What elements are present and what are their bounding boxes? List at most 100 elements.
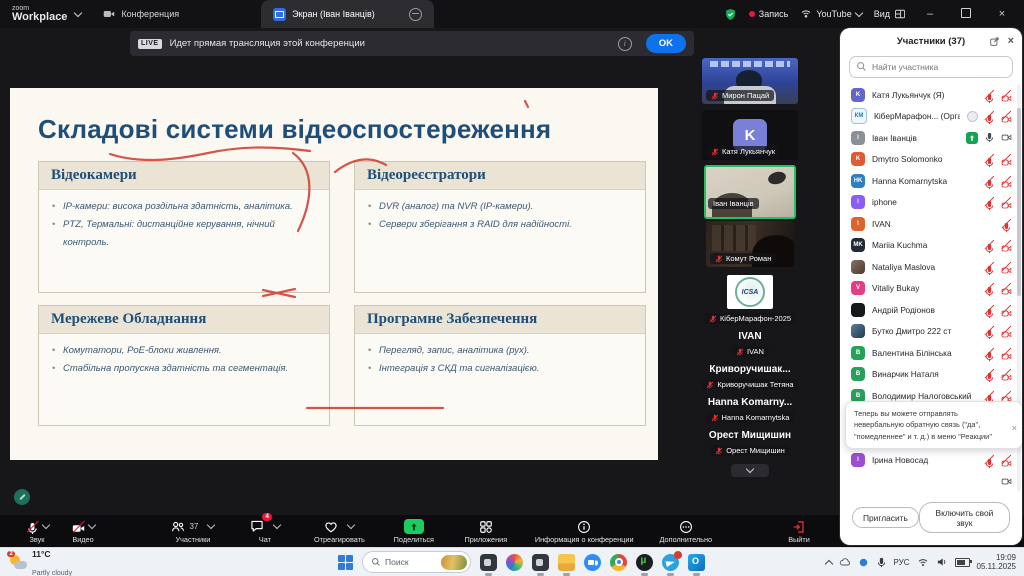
taskbar-search[interactable]: Поиск [362, 551, 471, 573]
weather-icon: 2 [10, 555, 27, 570]
chevron-up-icon[interactable] [41, 521, 49, 529]
participant-row[interactable]: Бутко Дмитро 222 ст [840, 321, 1022, 343]
utorrent-app-icon[interactable] [636, 554, 653, 571]
tray-app-icon[interactable] [858, 557, 869, 568]
weather-widget[interactable]: 2 11°CPartly cloudy [0, 544, 160, 576]
tab-meeting[interactable]: Конференция [91, 0, 191, 28]
camera-app-icon[interactable] [532, 554, 549, 571]
slide-box-recorders: Відеореєстратори DVR (аналог) та NVR (IP… [354, 161, 646, 293]
chevron-up-icon[interactable] [273, 521, 281, 529]
info-icon[interactable]: i [618, 37, 632, 51]
chevron-up-icon[interactable] [87, 521, 95, 529]
tooltip-close-icon[interactable]: × [1012, 422, 1017, 436]
participant-search[interactable] [849, 56, 1013, 78]
avatar: І [851, 131, 865, 145]
recording-indicator[interactable]: Запись [749, 9, 789, 19]
security-shield-icon[interactable] [724, 8, 737, 21]
zoom-app-icon[interactable] [584, 554, 601, 571]
share-button[interactable]: Поделиться [391, 519, 437, 544]
leave-button[interactable]: Выйти [776, 519, 822, 544]
participant-row[interactable]: V Vitaliy Bukay [840, 278, 1022, 300]
react-button[interactable]: Отреагировать [314, 519, 365, 544]
meeting-info-button[interactable]: Информация о конференции [535, 519, 634, 544]
view-menu[interactable]: Вид [874, 8, 906, 20]
video-tile-active-speaker[interactable]: Іван Іванців [704, 165, 796, 219]
weather-condition: Partly cloudy [32, 570, 72, 576]
box-title: Відеокамери [39, 162, 329, 190]
video-tile[interactable]: Комут Роман [706, 221, 794, 267]
chrome-app-icon[interactable] [610, 554, 627, 571]
participant-row[interactable]: Nataliya Maslova [840, 256, 1022, 278]
youtube-label: YouTube [816, 9, 851, 19]
youtube-stream-menu[interactable]: YouTube [800, 8, 861, 20]
more-button[interactable]: Дополнительно [660, 519, 713, 544]
video-tile[interactable]: Hanna Komarny... Hanna Komarnytska [658, 397, 842, 423]
video-tile[interactable]: Мирон Пацай [702, 58, 798, 104]
participant-row[interactable]: MK Mariia Kuchma [840, 235, 1022, 257]
scrollbar-thumb[interactable] [1017, 108, 1021, 295]
restore-button[interactable] [954, 8, 978, 21]
video-tile[interactable]: IVAN IVAN [658, 331, 842, 357]
participants-list: K Катя Лукьянчук (Я) КМ КіберМарафон... … [840, 82, 1022, 493]
video-tile[interactable]: K Катя Лукьянчук [702, 110, 798, 160]
start-button[interactable] [338, 555, 353, 570]
chevron-up-icon[interactable] [347, 521, 355, 529]
battery-icon[interactable] [955, 558, 970, 567]
participant-row[interactable]: В Валентина Білінська [840, 342, 1022, 364]
video-tile[interactable]: Орест Мищишин Орест Мищишин [658, 430, 842, 456]
participant-row[interactable]: В Винарчик Наталя [840, 364, 1022, 386]
annotation-tool-icon[interactable] [14, 489, 30, 505]
participants-button[interactable]: 37 Участники [170, 519, 216, 544]
tab-overflow-icon[interactable] [409, 8, 422, 21]
participant-row[interactable] [840, 471, 1022, 493]
participants-icon [171, 520, 185, 534]
onedrive-cloud-icon[interactable] [839, 556, 851, 568]
outlook-app-icon[interactable] [688, 554, 705, 571]
speaker-icon[interactable] [936, 556, 948, 568]
popout-icon[interactable] [989, 36, 1000, 47]
file-explorer-icon[interactable] [558, 554, 575, 571]
tile-center-name: Криворучишак... [709, 364, 790, 375]
participant-row[interactable]: I iphone [840, 192, 1022, 214]
participant-row[interactable]: I IVAN [840, 213, 1022, 235]
telegram-app-icon[interactable] [662, 554, 679, 571]
mic-tray-icon[interactable] [876, 557, 887, 568]
ok-button[interactable]: OK [646, 34, 686, 53]
weather-badge: 2 [7, 551, 15, 557]
language-indicator[interactable]: РУС [894, 558, 910, 567]
participant-row[interactable]: HK Hanna Komarnytska [840, 170, 1022, 192]
mic-off-icon [715, 255, 723, 263]
show-more-tiles-button[interactable] [731, 464, 769, 477]
unmute-button[interactable]: Включить свой звук [919, 502, 1010, 533]
bullet: DVR (аналог) та NVR (IP-камери). [379, 198, 631, 216]
participant-row[interactable]: K Катя Лукьянчук (Я) [840, 84, 1022, 106]
zoom-workplace-menu[interactable]: zoom Workplace [0, 5, 91, 23]
audio-button[interactable]: Звук [14, 519, 60, 544]
tray-expand-icon[interactable] [824, 559, 832, 567]
avatar: K [851, 88, 865, 102]
avatar: MK [851, 238, 865, 252]
search-input[interactable] [849, 56, 1013, 78]
mic-off-icon [711, 414, 719, 422]
participant-row[interactable]: K Dmytro Solomonko [840, 149, 1022, 171]
video-tile[interactable]: ICSA КіберМарафон-2025 [658, 275, 842, 324]
copilot-app-icon[interactable] [506, 554, 523, 571]
clock[interactable]: 19:09 05.11.2025 [977, 553, 1016, 571]
participant-row[interactable]: І Іван Іванців [840, 127, 1022, 149]
apps-button[interactable]: Приложения [463, 519, 509, 544]
close-panel-icon[interactable]: × [1008, 35, 1014, 47]
participant-row[interactable]: КМ КіберМарафон... (Организатор) [840, 106, 1022, 128]
participant-row[interactable]: Андрій Родіонов [840, 299, 1022, 321]
close-button[interactable]: × [990, 8, 1014, 20]
invite-button[interactable]: Пригласить [852, 507, 919, 528]
video-button[interactable]: Видео [60, 519, 106, 544]
chevron-up-icon[interactable] [207, 521, 215, 529]
chat-button[interactable]: 4 Чат [242, 519, 288, 544]
participant-row[interactable] [840, 493, 1022, 494]
minimize-button[interactable]: – [918, 8, 942, 20]
participant-row[interactable]: І Ірина Новосад [840, 450, 1022, 472]
video-tile[interactable]: Криворучишак... Криворучишак Тетяна [658, 364, 842, 390]
taskview-app-icon[interactable] [480, 554, 497, 571]
wifi-icon[interactable] [917, 556, 929, 568]
tab-screen-share[interactable]: Экран (Іван Іванців) [261, 0, 434, 28]
